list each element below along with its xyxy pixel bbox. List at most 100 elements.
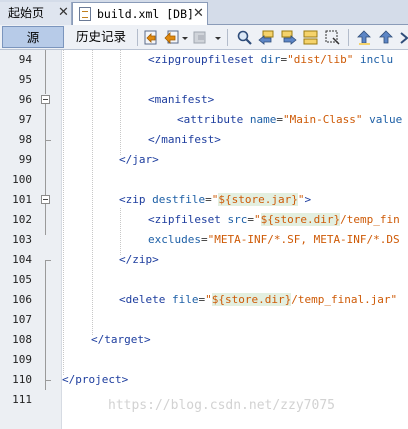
xml-tag: <manifest> xyxy=(148,93,215,106)
xml-attribute: inclu xyxy=(359,53,394,66)
xml-tag: </project> xyxy=(62,373,129,386)
fold-end-marker xyxy=(45,380,51,381)
line-number: 99 xyxy=(18,153,32,166)
fold-guide xyxy=(45,140,46,235)
indent-guide xyxy=(92,50,93,335)
line-number: 98 xyxy=(18,133,32,146)
chevron-down-icon[interactable] xyxy=(214,29,222,46)
find-icon[interactable] xyxy=(236,29,253,46)
xml-tag: </manifest> xyxy=(148,133,221,146)
find-previous-icon[interactable] xyxy=(258,29,275,46)
xml-value: "META-INF/*.SF, META-INF/*.DS xyxy=(207,233,400,246)
xml-tag: </target> xyxy=(91,333,151,346)
watermark: https://blog.csdn.net/zzy7075 xyxy=(108,398,335,413)
code-line-97: <attribute name="Main-Class" value xyxy=(177,110,402,130)
tab-build-xml-label: build.xml [DB] xyxy=(97,7,194,21)
xml-attribute: value xyxy=(369,113,403,126)
xml-value: /temp_final.jar" xyxy=(291,293,398,306)
line-number: 94 xyxy=(18,53,32,66)
tab-start-page[interactable]: 起始页 ✕ xyxy=(0,2,72,25)
indent-guide xyxy=(120,50,121,155)
chevron-down-icon[interactable] xyxy=(181,29,189,46)
line-number: 102 xyxy=(12,213,32,226)
fold-guide xyxy=(45,260,46,390)
code-line-108: </target> xyxy=(91,330,151,350)
indent-guide xyxy=(63,50,64,375)
code-editor[interactable]: <zipgroupfileset dir = "dist/lib" inclu <m… xyxy=(62,50,408,429)
code-line-106: <delete file="${store.dir}/temp_final.ja… xyxy=(119,290,397,310)
code-line-99: </jar> xyxy=(119,150,159,170)
code-line-101: <zip destfile="${store.jar}"> xyxy=(119,190,311,210)
code-line-96: <manifest> xyxy=(148,90,214,110)
toggle-highlight-icon[interactable] xyxy=(302,29,319,46)
xml-attribute: name xyxy=(249,113,277,126)
line-number: 108 xyxy=(12,333,32,346)
line-number: 111 xyxy=(12,393,32,406)
toolbar-separator xyxy=(137,29,138,46)
toggle-bookmark-icon[interactable] xyxy=(398,29,408,46)
xml-file-icon xyxy=(79,7,91,21)
indent-guide xyxy=(120,208,121,255)
source-view-button[interactable]: 源 xyxy=(2,26,64,48)
line-number: 100 xyxy=(12,173,32,186)
line-number: 96 xyxy=(18,93,32,106)
editor-tab-bar: 起始页 ✕ build.xml [DB] ✕ xyxy=(0,0,408,26)
tab-build-xml[interactable]: build.xml [DB] ✕ xyxy=(72,2,208,26)
close-icon[interactable]: ✕ xyxy=(58,2,69,24)
code-line-104: </zip> xyxy=(119,250,159,270)
history-view-button[interactable]: 历史记录 xyxy=(68,26,134,48)
last-edit-icon[interactable] xyxy=(143,29,160,46)
xml-attribute: excludes xyxy=(148,233,201,246)
code-line-98: </manifest> xyxy=(148,130,221,150)
xml-tag-close: > xyxy=(304,193,312,206)
xml-attribute: file xyxy=(171,293,199,306)
line-number: 106 xyxy=(12,293,32,306)
xml-value: "Main-Class" xyxy=(282,113,363,126)
xml-tag: <delete xyxy=(119,293,166,306)
tab-start-page-label: 起始页 xyxy=(8,6,45,20)
fold-collapse-icon[interactable] xyxy=(41,95,50,104)
xml-tag: <zipgroupfileset xyxy=(148,53,254,66)
property-variable: ${store.jar} xyxy=(218,193,298,206)
code-line-110: </project> xyxy=(62,370,128,390)
line-number: 101 xyxy=(12,193,32,206)
next-bookmark-icon[interactable] xyxy=(378,29,395,46)
line-number: 110 xyxy=(12,373,32,386)
find-next-icon[interactable] xyxy=(280,29,297,46)
toolbar-separator xyxy=(227,29,228,46)
xml-value: /temp_fin xyxy=(340,213,400,226)
equals-sign: = xyxy=(205,193,212,206)
code-line-102: <zipfileset src="${store.dir}/temp_fin xyxy=(148,210,400,230)
line-number: 103 xyxy=(12,233,32,246)
line-number: 109 xyxy=(12,353,32,366)
line-number: 95 xyxy=(18,73,32,86)
toolbar-separator xyxy=(348,29,349,46)
xml-attribute: destfile xyxy=(152,193,206,206)
fold-guide xyxy=(45,50,46,94)
equals-sign: = xyxy=(247,213,254,226)
property-variable: ${store.dir} xyxy=(211,293,292,306)
equals-sign: = xyxy=(276,113,283,126)
xml-attribute: dir xyxy=(260,53,281,66)
quote: " xyxy=(205,293,212,306)
toggle-rect-selection-icon[interactable] xyxy=(324,29,341,46)
line-number: 97 xyxy=(18,113,32,126)
forward-icon[interactable] xyxy=(192,29,209,46)
back-history-icon[interactable] xyxy=(164,29,181,46)
previous-bookmark-icon[interactable] xyxy=(356,29,373,46)
xml-value: "dist/lib" xyxy=(287,53,354,66)
xml-tag: </zip> xyxy=(119,253,159,266)
line-number: 107 xyxy=(12,313,32,326)
xml-attribute: src xyxy=(227,213,248,226)
xml-tag: <zipfileset xyxy=(148,213,221,226)
property-variable: ${store.dir} xyxy=(260,213,341,226)
close-icon[interactable]: ✕ xyxy=(193,3,204,25)
xml-tag: <zip xyxy=(119,193,146,206)
xml-tag: </jar> xyxy=(119,153,159,166)
xml-tag: <attribute xyxy=(177,113,244,126)
quote: " xyxy=(253,213,261,226)
code-line-103: excludes="META-INF/*.SF, META-INF/*.DS xyxy=(148,230,400,250)
line-number-gutter: 94 95 96 97 98 99 100 101 102 103 104 10… xyxy=(0,50,62,429)
fold-collapse-icon[interactable] xyxy=(41,195,50,204)
editor-toolbar: 源 历史记录 xyxy=(0,25,408,50)
